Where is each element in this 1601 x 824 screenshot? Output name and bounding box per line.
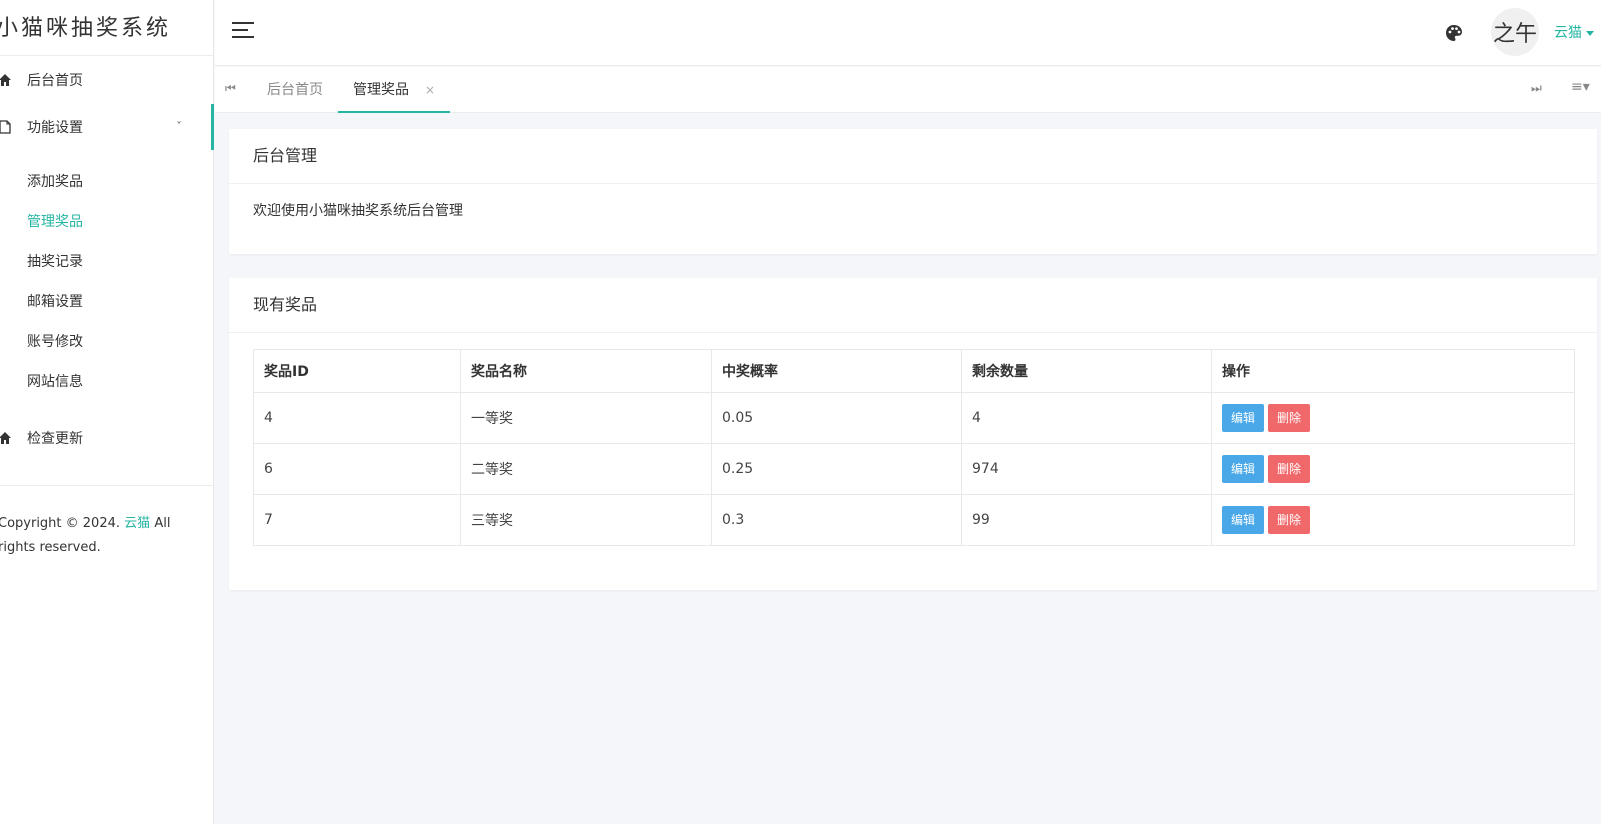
prizes-panel: 现有奖品 奖品ID 奖品名称 中奖概率 剩余数量 操作 4 一等奖 0.05 4 (229, 278, 1597, 590)
chevron-down-icon: ˇ (176, 120, 182, 134)
tab-manage-prize[interactable]: 管理奖品 × (338, 67, 451, 113)
cell-count: 99 (961, 494, 1212, 546)
palette-icon[interactable] (1444, 23, 1464, 43)
cell-actions: 编辑 删除 (1211, 443, 1575, 495)
table-row: 7 三等奖 0.3 99 编辑 删除 (253, 494, 1575, 546)
edit-button[interactable]: 编辑 (1222, 455, 1265, 483)
home-icon (0, 432, 11, 444)
top-header: 之午 云猫 (215, 0, 1601, 66)
sidebar: 小猫咪抽奖系统 后台首页 功能设置 ˇ 添加奖品 管理奖品 抽奖记录 邮箱设置 … (0, 0, 214, 824)
tab-next-icon[interactable]: ⏭ (1531, 81, 1542, 96)
caret-down-icon (1586, 30, 1594, 36)
panel-title: 后台管理 (229, 129, 1597, 184)
sidebar-item-settings[interactable]: 功能设置 ˇ (0, 104, 214, 150)
sidebar-subitem-site-info[interactable]: 网站信息 (27, 371, 83, 391)
app-logo[interactable]: 小猫咪抽奖系统 (0, 10, 214, 46)
col-header-count: 剩余数量 (961, 349, 1212, 393)
table-row: 6 二等奖 0.25 974 编辑 删除 (253, 443, 1575, 495)
sidebar-subitem-draw-records[interactable]: 抽奖记录 (27, 251, 83, 271)
tab-label: 后台首页 (267, 82, 323, 98)
cell-actions: 编辑 删除 (1211, 392, 1575, 444)
cell-id: 4 (253, 392, 461, 444)
file-icon (0, 120, 11, 134)
sidebar-item-home[interactable]: 后台首页 (0, 60, 214, 100)
col-header-rate: 中奖概率 (711, 349, 962, 393)
cell-id: 7 (253, 494, 461, 546)
copyright: Copyright © 2024. 云猫 All rights reserved… (0, 512, 198, 560)
admin-panel: 后台管理 欢迎使用小猫咪抽奖系统后台管理 (229, 129, 1597, 254)
tab-prev-icon[interactable]: ⏮ (225, 81, 236, 96)
col-header-actions: 操作 (1211, 349, 1575, 393)
home-icon (0, 74, 11, 86)
sidebar-subitem-manage-prize[interactable]: 管理奖品 (27, 211, 83, 231)
user-name-label: 云猫 (1554, 25, 1582, 41)
sidebar-item-update[interactable]: 检查更新 (0, 418, 214, 458)
welcome-text: 欢迎使用小猫咪抽奖系统后台管理 (253, 203, 463, 219)
tab-bar: ⏮ 后台首页 管理奖品 × ⏭ ≡▾ (215, 67, 1601, 113)
table-header-row: 奖品ID 奖品名称 中奖概率 剩余数量 操作 (253, 349, 1575, 393)
cell-name: 三等奖 (460, 494, 712, 546)
cell-count: 974 (961, 443, 1212, 495)
avatar[interactable]: 之午 (1491, 8, 1539, 56)
close-icon[interactable]: × (425, 83, 435, 97)
sidebar-subitem-email-settings[interactable]: 邮箱设置 (27, 291, 83, 311)
sidebar-divider (0, 485, 214, 486)
table-row: 4 一等奖 0.05 4 编辑 删除 (253, 392, 1575, 444)
user-menu[interactable]: 云猫 (1554, 22, 1594, 42)
logo-divider (0, 55, 214, 56)
prizes-table: 奖品ID 奖品名称 中奖概率 剩余数量 操作 4 一等奖 0.05 4 编辑 删除 (253, 349, 1575, 546)
menu-toggle-icon[interactable] (232, 22, 254, 40)
sidebar-subitem-add-prize[interactable]: 添加奖品 (27, 171, 83, 191)
tab-home[interactable]: 后台首页 (267, 67, 323, 113)
delete-button[interactable]: 删除 (1268, 404, 1311, 432)
edit-button[interactable]: 编辑 (1222, 506, 1265, 534)
copyright-prefix: Copyright © 2024. (0, 516, 121, 531)
sidebar-item-label: 检查更新 (27, 431, 83, 447)
col-header-name: 奖品名称 (460, 349, 712, 393)
edit-button[interactable]: 编辑 (1222, 404, 1265, 432)
sidebar-item-label: 后台首页 (27, 73, 83, 89)
cell-name: 二等奖 (460, 443, 712, 495)
cell-id: 6 (253, 443, 461, 495)
delete-button[interactable]: 删除 (1268, 506, 1311, 534)
cell-actions: 编辑 删除 (1211, 494, 1575, 546)
tab-label: 管理奖品 (353, 82, 409, 98)
delete-button[interactable]: 删除 (1268, 455, 1311, 483)
cell-count: 4 (961, 392, 1212, 444)
col-header-id: 奖品ID (253, 349, 461, 393)
tab-menu-icon[interactable]: ≡▾ (1571, 79, 1590, 95)
sidebar-item-label: 功能设置 (27, 120, 83, 136)
cell-rate: 0.25 (711, 443, 962, 495)
copyright-brand-link[interactable]: 云猫 (124, 516, 150, 531)
cell-name: 一等奖 (460, 392, 712, 444)
sidebar-subitem-account[interactable]: 账号修改 (27, 331, 83, 351)
prizes-table-wrap: 奖品ID 奖品名称 中奖概率 剩余数量 操作 4 一等奖 0.05 4 编辑 删除 (229, 333, 1597, 562)
cell-rate: 0.05 (711, 392, 962, 444)
cell-rate: 0.3 (711, 494, 962, 546)
panel-title: 现有奖品 (229, 278, 1597, 333)
